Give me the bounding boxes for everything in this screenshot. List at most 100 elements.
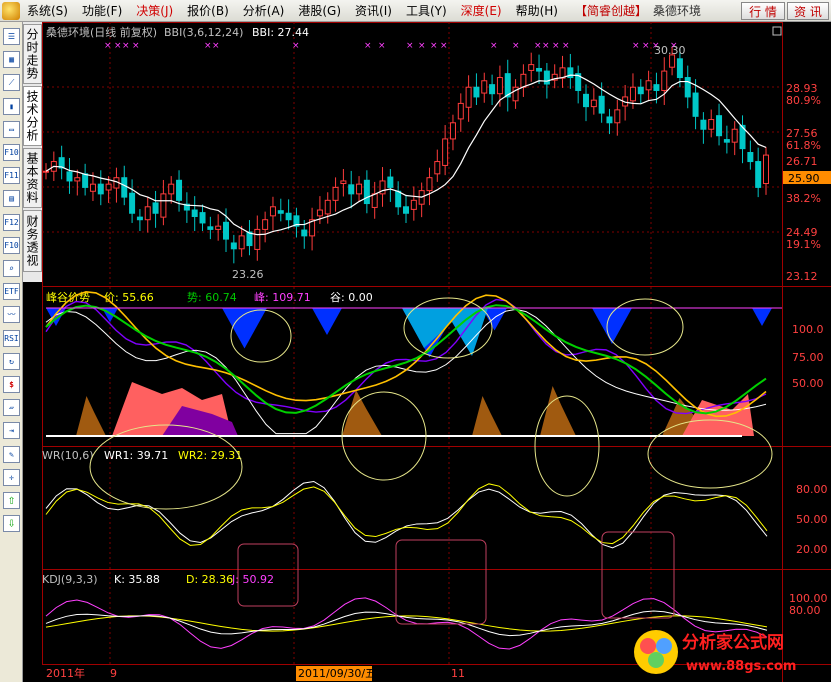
candle-body xyxy=(136,216,143,221)
candle-body xyxy=(536,67,543,72)
signal-marker: × xyxy=(430,41,438,51)
signal-marker: × xyxy=(642,41,650,51)
candle-body xyxy=(637,86,644,95)
f10b-icon[interactable]: F10 xyxy=(3,236,20,254)
menu-function[interactable]: 功能(F) xyxy=(75,2,129,19)
menu-hk-stock[interactable]: 港股(G) xyxy=(291,2,348,19)
menu-tools[interactable]: 工具(Y) xyxy=(399,2,454,19)
candle-body xyxy=(199,212,206,224)
candle-body xyxy=(473,86,480,98)
signal-marker: × xyxy=(552,41,560,51)
signal-marker: × xyxy=(378,41,386,51)
f11-icon[interactable]: F11 xyxy=(3,167,20,185)
f10-icon[interactable]: F10 xyxy=(3,144,20,161)
signal-marker: × xyxy=(542,41,550,51)
signal-marker: × xyxy=(490,41,498,51)
chart-area[interactable]: 桑德环境(日线 前复权) BBI(3,6,12,24) BBI: 27.44 ×… xyxy=(42,22,831,682)
f12-icon[interactable]: F12 xyxy=(3,213,20,231)
export-icon[interactable]: ⇥ xyxy=(3,422,20,440)
eraser-icon[interactable]: ▱ xyxy=(3,399,20,417)
main-title: 桑德环境(日线 前复权) xyxy=(46,25,157,39)
signal-marker: × xyxy=(292,41,300,51)
candle-body xyxy=(434,161,441,175)
candle-body xyxy=(395,190,402,208)
price-tick: 61.8% xyxy=(786,139,821,152)
menu-decision[interactable]: 决策(J) xyxy=(129,2,180,19)
candle-body xyxy=(356,183,363,195)
refresh-icon[interactable]: ↻ xyxy=(3,352,20,370)
quote-button[interactable]: 行 情 xyxy=(741,2,785,20)
price-tick: 23.12 xyxy=(786,270,818,283)
wr-tick: 20.00 xyxy=(796,543,828,556)
wr1-value: WR1: 39.71 xyxy=(104,449,168,462)
candle-body xyxy=(449,122,456,140)
pencil-icon[interactable]: ✎ xyxy=(3,445,20,463)
watermark-title: 分析家公式网 xyxy=(682,632,784,653)
window-icon[interactable]: ▭ xyxy=(3,120,20,138)
up-arrow-icon[interactable]: ⇧ xyxy=(3,492,20,509)
chart-canvas[interactable]: 桑德环境(日线 前复权) BBI(3,6,12,24) BBI: 27.44 ×… xyxy=(42,22,831,682)
grid-icon[interactable]: ▦ xyxy=(3,51,20,69)
candle-body xyxy=(121,177,128,198)
tab-financials[interactable]: 财务透视 xyxy=(23,210,42,272)
left-toolbar: ☰ ▦ ⟋ ▮ ▭ F10 F11 ▤ F12 F10 ⌕ ETF 〰 RSI ↻ $ ▱ ⇥ ✎ ✛ ⇧ ⇩ xyxy=(0,22,23,682)
current-price: 25.90 xyxy=(788,172,820,185)
tab-intraday[interactable]: 分时走势 xyxy=(23,24,42,84)
candle-body xyxy=(496,77,503,95)
tab-technical[interactable]: 技术分析 xyxy=(23,86,42,146)
candle-body xyxy=(230,242,237,250)
candle-body xyxy=(614,109,621,124)
wr2-value: WR2: 29.31 xyxy=(178,449,242,462)
candle-body xyxy=(371,193,378,208)
candle-body xyxy=(629,86,636,102)
candle-body xyxy=(645,80,652,91)
info-button[interactable]: 资 讯 xyxy=(787,2,829,20)
kdj-title: KDJ(9,3,3) xyxy=(42,573,98,586)
kdj-tick: 80.00 xyxy=(789,604,821,617)
candle-body xyxy=(246,231,253,247)
selected-date: 2011/09/30/五 xyxy=(298,667,376,680)
list-icon[interactable]: ☰ xyxy=(3,28,20,45)
signal-marker: × xyxy=(122,41,130,51)
app-icon[interactable] xyxy=(2,1,20,20)
cross-icon[interactable]: ✛ xyxy=(3,468,20,486)
menu-help[interactable]: 帮助(H) xyxy=(509,2,565,19)
candle-body xyxy=(387,176,394,188)
menu-news[interactable]: 资讯(I) xyxy=(348,2,399,19)
candle-body xyxy=(238,235,245,250)
candle-body xyxy=(144,206,151,221)
line-chart-icon[interactable]: ⟋ xyxy=(3,74,20,92)
candle-body xyxy=(723,139,730,143)
menu-analysis[interactable]: 分析(A) xyxy=(236,2,292,19)
kdj-d-value: D: 28.36 xyxy=(186,573,233,586)
wr-tick: 80.00 xyxy=(796,483,828,496)
candle-body xyxy=(215,225,222,230)
signal-marker: × xyxy=(204,41,212,51)
low-marker: 23.26 xyxy=(232,268,264,281)
signal-marker: × xyxy=(132,41,140,51)
month-label: 11 xyxy=(451,667,465,680)
candle-body xyxy=(254,228,261,250)
candle-body xyxy=(543,70,550,85)
candle-body xyxy=(481,80,488,94)
news-icon[interactable]: ▤ xyxy=(3,190,20,208)
candle-body xyxy=(74,177,81,182)
rsi-icon[interactable]: RSI xyxy=(3,329,20,347)
candle-body xyxy=(89,183,96,192)
candle-body xyxy=(301,229,308,237)
etf-icon[interactable]: ETF xyxy=(3,283,20,301)
candle-body xyxy=(285,212,292,221)
trend-icon[interactable]: 〰 xyxy=(3,306,20,324)
menu-system[interactable]: 系统(S) xyxy=(20,2,75,19)
search-icon[interactable]: ⌕ xyxy=(3,260,20,277)
candle-body xyxy=(708,119,715,130)
menu-quote[interactable]: 报价(B) xyxy=(180,2,236,19)
candle-body xyxy=(105,183,112,191)
candle-icon[interactable]: ▮ xyxy=(3,97,20,115)
menu-depth[interactable]: 深度(E) xyxy=(454,2,509,19)
down-arrow-icon[interactable]: ⇩ xyxy=(3,515,20,533)
view-tabs: 分时走势 技术分析 基本资料 财务透视 xyxy=(23,22,42,282)
main-indicator: BBI(3,6,12,24) xyxy=(164,26,243,39)
dollar-icon[interactable]: $ xyxy=(3,376,20,393)
tab-fundamentals[interactable]: 基本资料 xyxy=(23,148,42,208)
